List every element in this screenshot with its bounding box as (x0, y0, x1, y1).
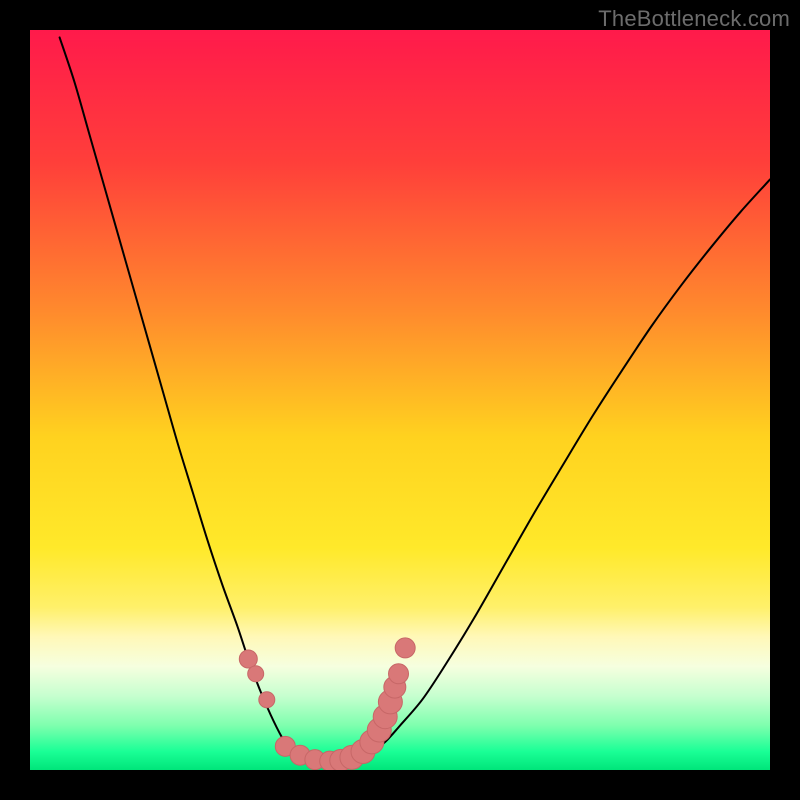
chart-svg (30, 30, 770, 770)
plot-area (30, 30, 770, 770)
gradient-background (30, 30, 770, 770)
watermark-text: TheBottleneck.com (598, 6, 790, 32)
chart-frame: TheBottleneck.com (0, 0, 800, 800)
highlight-dot (395, 638, 415, 658)
highlight-dot (248, 666, 264, 682)
highlight-dot (239, 650, 257, 668)
highlight-dot (389, 664, 409, 684)
highlight-dot (259, 692, 275, 708)
